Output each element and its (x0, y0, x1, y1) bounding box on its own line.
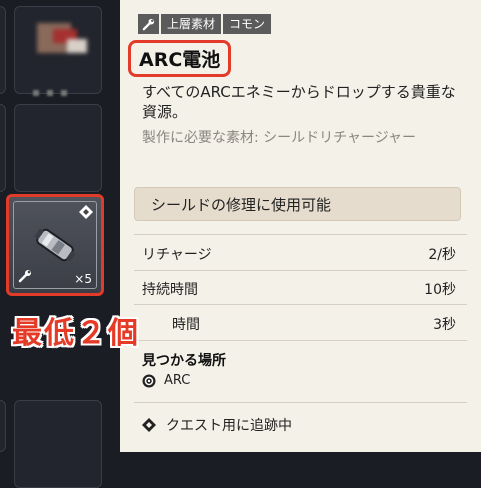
stat-value: 3秒 (433, 317, 456, 333)
item-tags: 上層素材 コモン (138, 14, 272, 34)
item-title-highlight: ARC電池 (128, 40, 232, 77)
found-location: ARC (142, 373, 190, 388)
divider (134, 270, 467, 271)
inventory-slot[interactable] (14, 400, 102, 488)
stat-value: 10秒 (424, 282, 456, 298)
minimum-required-annotation: 最低２個 (12, 316, 140, 351)
inventory-slot[interactable] (14, 104, 102, 192)
found-location-heading: 見つかる場所 (142, 353, 226, 369)
stat-row: リチャージ 2/秒 (142, 244, 456, 264)
wrench-icon (18, 270, 31, 283)
quest-tracking-toggle[interactable]: クエスト用に追跡中 (142, 415, 292, 435)
divider (134, 304, 467, 305)
inventory-grid: ×5 (0, 0, 120, 488)
arc-battery-icon (34, 228, 76, 262)
diamond-icon (79, 205, 93, 219)
divider (134, 402, 467, 403)
stat-label: 時間 (172, 317, 200, 333)
capability-box: シールドの修理に使用可能 (134, 187, 461, 221)
category-tag: 上層素材 (161, 14, 222, 34)
item-tooltip: 上層素材 コモン ARC電池 すべてのARCエネミーからドロップする貴重な資源。… (120, 0, 481, 452)
inventory-slot-partial[interactable] (0, 104, 6, 192)
item-title: ARC電池 (139, 49, 221, 71)
inventory-slot-partial[interactable] (0, 400, 6, 452)
item-quantity: ×5 (74, 272, 92, 286)
arc-battery-slot[interactable]: ×5 (6, 194, 104, 296)
stat-row: 時間 3秒 (142, 314, 456, 334)
wrench-icon (138, 14, 159, 34)
stat-label: リチャージ (142, 247, 212, 263)
stat-value: 2/秒 (428, 247, 456, 263)
stat-label: 持続時間 (142, 282, 198, 298)
divider (134, 340, 467, 341)
blurred-item-icon (27, 17, 89, 71)
item-description: すべてのARCエネミーからドロップする貴重な資源。 (142, 83, 456, 121)
found-location-label: ARC (164, 373, 191, 388)
divider (134, 234, 467, 235)
rarity-tag: コモン (223, 14, 272, 34)
inventory-slot[interactable] (14, 6, 102, 96)
blurred-item-indicators (33, 81, 75, 100)
stat-row: 持続時間 10秒 (142, 279, 456, 299)
arc-location-icon (142, 374, 156, 387)
quest-diamond-icon (142, 418, 156, 432)
quest-tracking-label: クエスト用に追跡中 (166, 418, 292, 434)
crafting-info: 製作に必要な素材: シールドリチャージャー (142, 130, 417, 146)
inventory-slot-partial[interactable] (0, 6, 6, 94)
